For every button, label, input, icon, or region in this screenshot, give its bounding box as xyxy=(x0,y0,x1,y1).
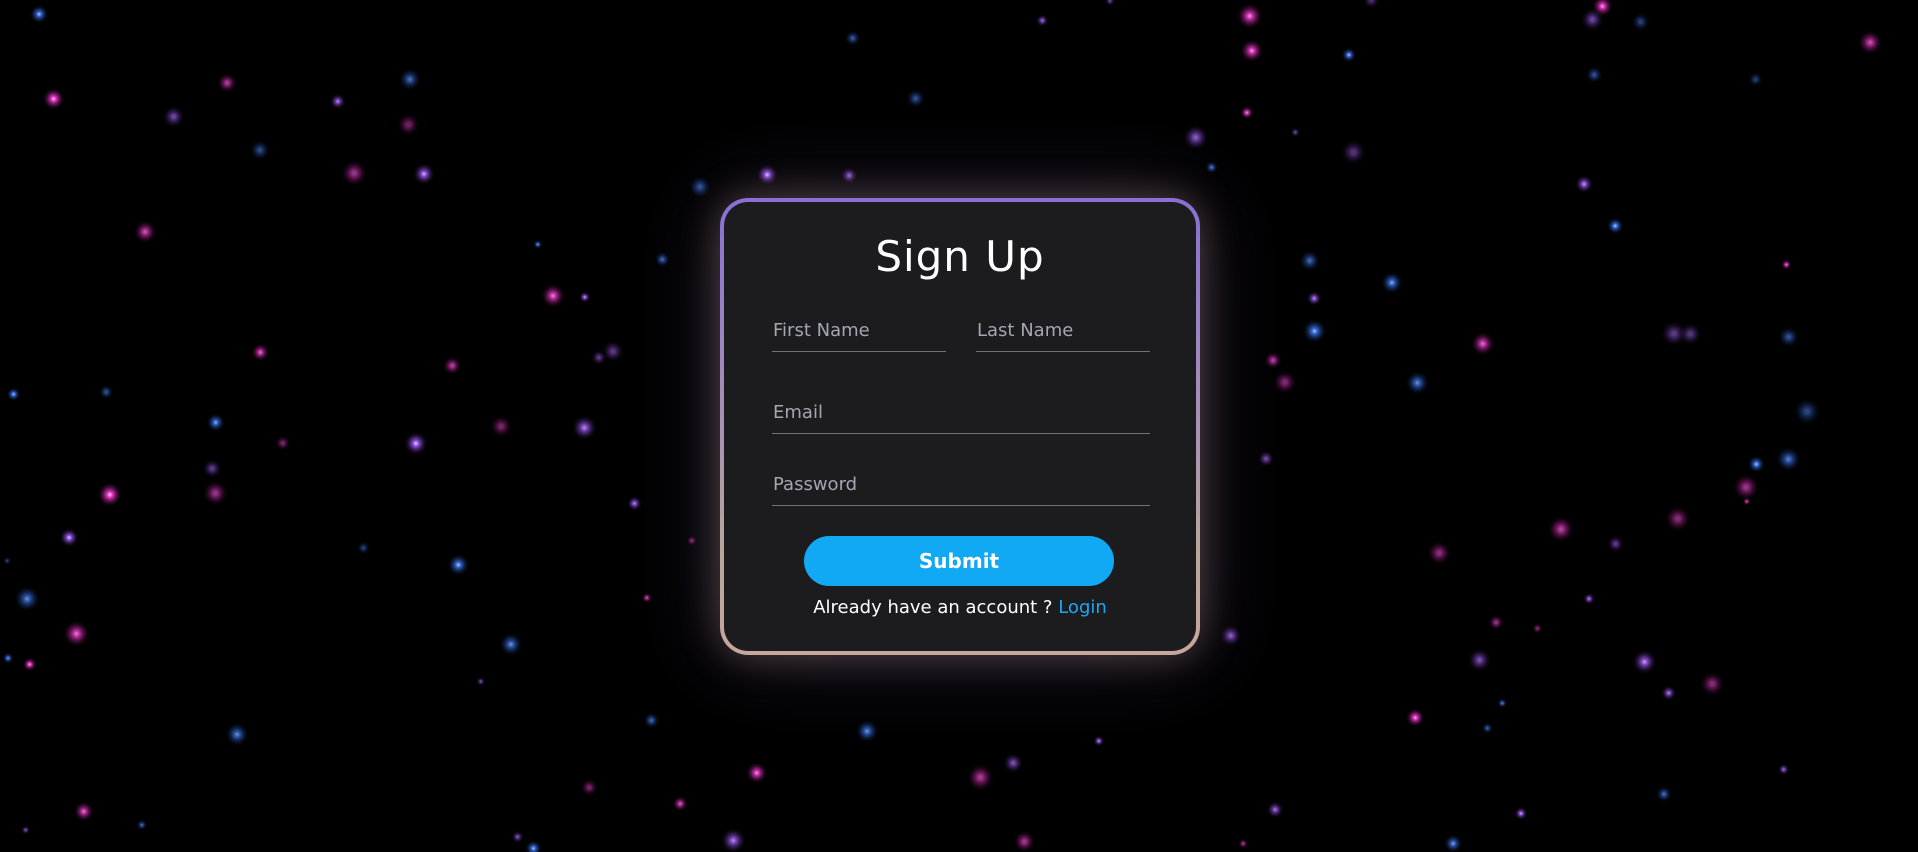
password-input[interactable] xyxy=(772,464,1150,505)
last-name-field xyxy=(976,310,1150,352)
starfield-background: Sign Up Submit Already have an account ?… xyxy=(0,0,1918,852)
signup-card-border: Sign Up Submit Already have an account ?… xyxy=(720,198,1200,655)
login-prompt: Already have an account ? Login xyxy=(724,597,1196,618)
login-link[interactable]: Login xyxy=(1058,597,1107,618)
last-name-input[interactable] xyxy=(976,310,1150,351)
login-prompt-text: Already have an account ? xyxy=(813,597,1053,618)
password-field xyxy=(772,464,1150,506)
submit-button[interactable]: Submit xyxy=(804,536,1114,586)
signup-title: Sign Up xyxy=(875,232,1045,281)
first-name-field xyxy=(772,310,946,352)
signup-card: Sign Up Submit Already have an account ?… xyxy=(724,202,1196,651)
email-field xyxy=(772,392,1150,434)
first-name-input[interactable] xyxy=(772,310,946,351)
email-input[interactable] xyxy=(772,392,1150,433)
